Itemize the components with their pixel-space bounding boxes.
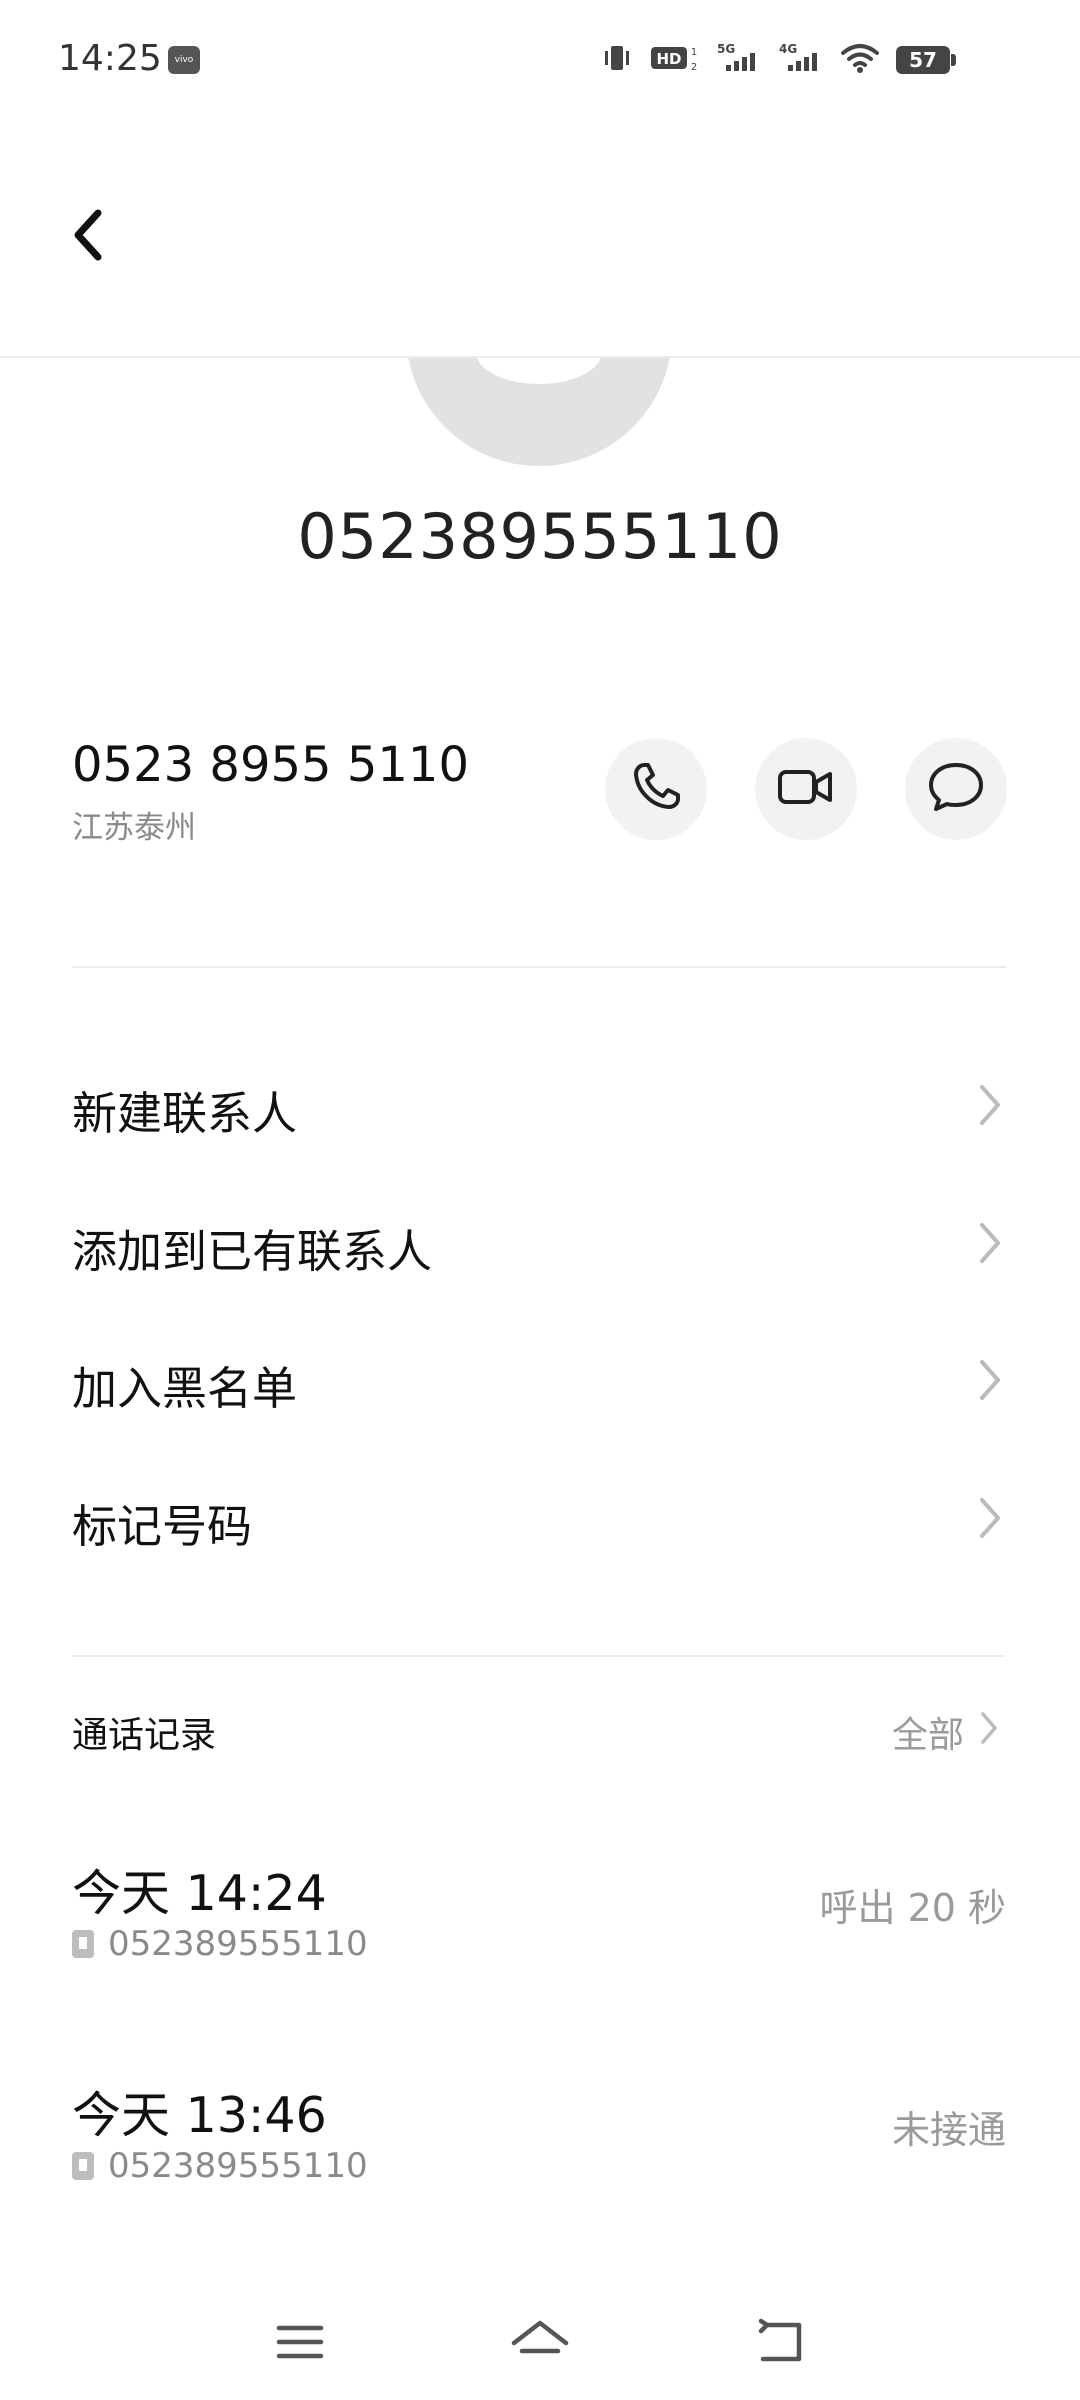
chevron-right-icon <box>976 1083 1004 1131</box>
svg-text:2: 2 <box>691 62 697 73</box>
status-time: 14:25 <box>58 38 162 79</box>
chevron-right-icon <box>976 1496 1004 1544</box>
hd-icon: HD 1 2 <box>650 41 700 79</box>
vibrate-icon <box>600 41 634 79</box>
divider <box>72 1655 1006 1657</box>
menu-item-label: 新建联系人 <box>72 1087 298 1140</box>
svg-text:HD: HD <box>656 50 681 68</box>
svg-text:4G: 4G <box>779 42 797 56</box>
record-number: 052389555110 <box>108 1924 368 1964</box>
phone-icon <box>628 759 684 819</box>
record-status: 未接通 <box>891 2108 1006 2152</box>
divider <box>72 966 1006 968</box>
menu-item-add-to-existing[interactable]: 添加到已有联系人 <box>0 1183 1080 1303</box>
contact-title-number: 052389555110 <box>297 500 783 573</box>
wifi-icon <box>840 41 880 79</box>
sim-card-icon <box>72 1930 94 1958</box>
message-bubble-icon <box>926 759 986 819</box>
record-number-row: 052389555110 <box>72 1924 368 1964</box>
phone-number[interactable]: 0523 8955 5110 <box>72 737 469 793</box>
menu-item-blacklist[interactable]: 加入黑名单 <box>0 1320 1080 1440</box>
menu-item-label: 加入黑名单 <box>72 1362 298 1415</box>
sim-card-icon <box>72 2152 94 2180</box>
status-icons: HD 1 2 5G 4G 57 <box>600 40 956 80</box>
video-camera-icon <box>776 762 836 816</box>
record-status: 呼出 20 秒 <box>819 1886 1006 1930</box>
record-number-row: 052389555110 <box>72 2146 368 2186</box>
chevron-right-icon <box>978 1710 1000 1755</box>
call-button[interactable] <box>605 738 707 840</box>
svg-text:1: 1 <box>691 47 697 58</box>
home-icon[interactable] <box>500 2302 580 2382</box>
back-arrow-icon[interactable] <box>58 200 118 270</box>
menu-item-mark-number[interactable]: 标记号码 <box>0 1458 1080 1578</box>
svg-text:5G: 5G <box>717 42 735 56</box>
call-records-title: 通话记录 <box>72 1715 217 1756</box>
all-label: 全部 <box>891 1715 964 1756</box>
menu-icon[interactable] <box>260 2302 340 2382</box>
signal-4g-icon: 4G <box>778 41 824 79</box>
menu-item-label: 标记号码 <box>72 1500 253 1553</box>
record-number: 052389555110 <box>108 2146 368 2186</box>
video-call-button[interactable] <box>755 738 857 840</box>
record-time: 今天 14:24 <box>72 1865 327 1922</box>
message-button[interactable] <box>905 738 1007 840</box>
phone-location: 江苏泰州 <box>72 810 196 846</box>
status-bar: 14:25 vivo HD 1 2 5G 4G 57 <box>0 0 1080 120</box>
call-records-all-button[interactable]: 全部 <box>892 1706 1000 1758</box>
carrier-badge: vivo <box>168 46 200 74</box>
chevron-right-icon <box>976 1221 1004 1269</box>
signal-5g-icon: 5G <box>716 41 762 79</box>
menu-item-new-contact[interactable]: 新建联系人 <box>0 1045 1080 1165</box>
navigation-bar <box>0 2290 1080 2400</box>
header <box>0 120 1080 358</box>
chevron-right-icon <box>976 1358 1004 1406</box>
record-time: 今天 13:46 <box>72 2087 327 2144</box>
back-icon[interactable] <box>740 2302 820 2382</box>
battery-icon: 57 <box>896 46 956 74</box>
menu-item-label: 添加到已有联系人 <box>72 1225 433 1278</box>
